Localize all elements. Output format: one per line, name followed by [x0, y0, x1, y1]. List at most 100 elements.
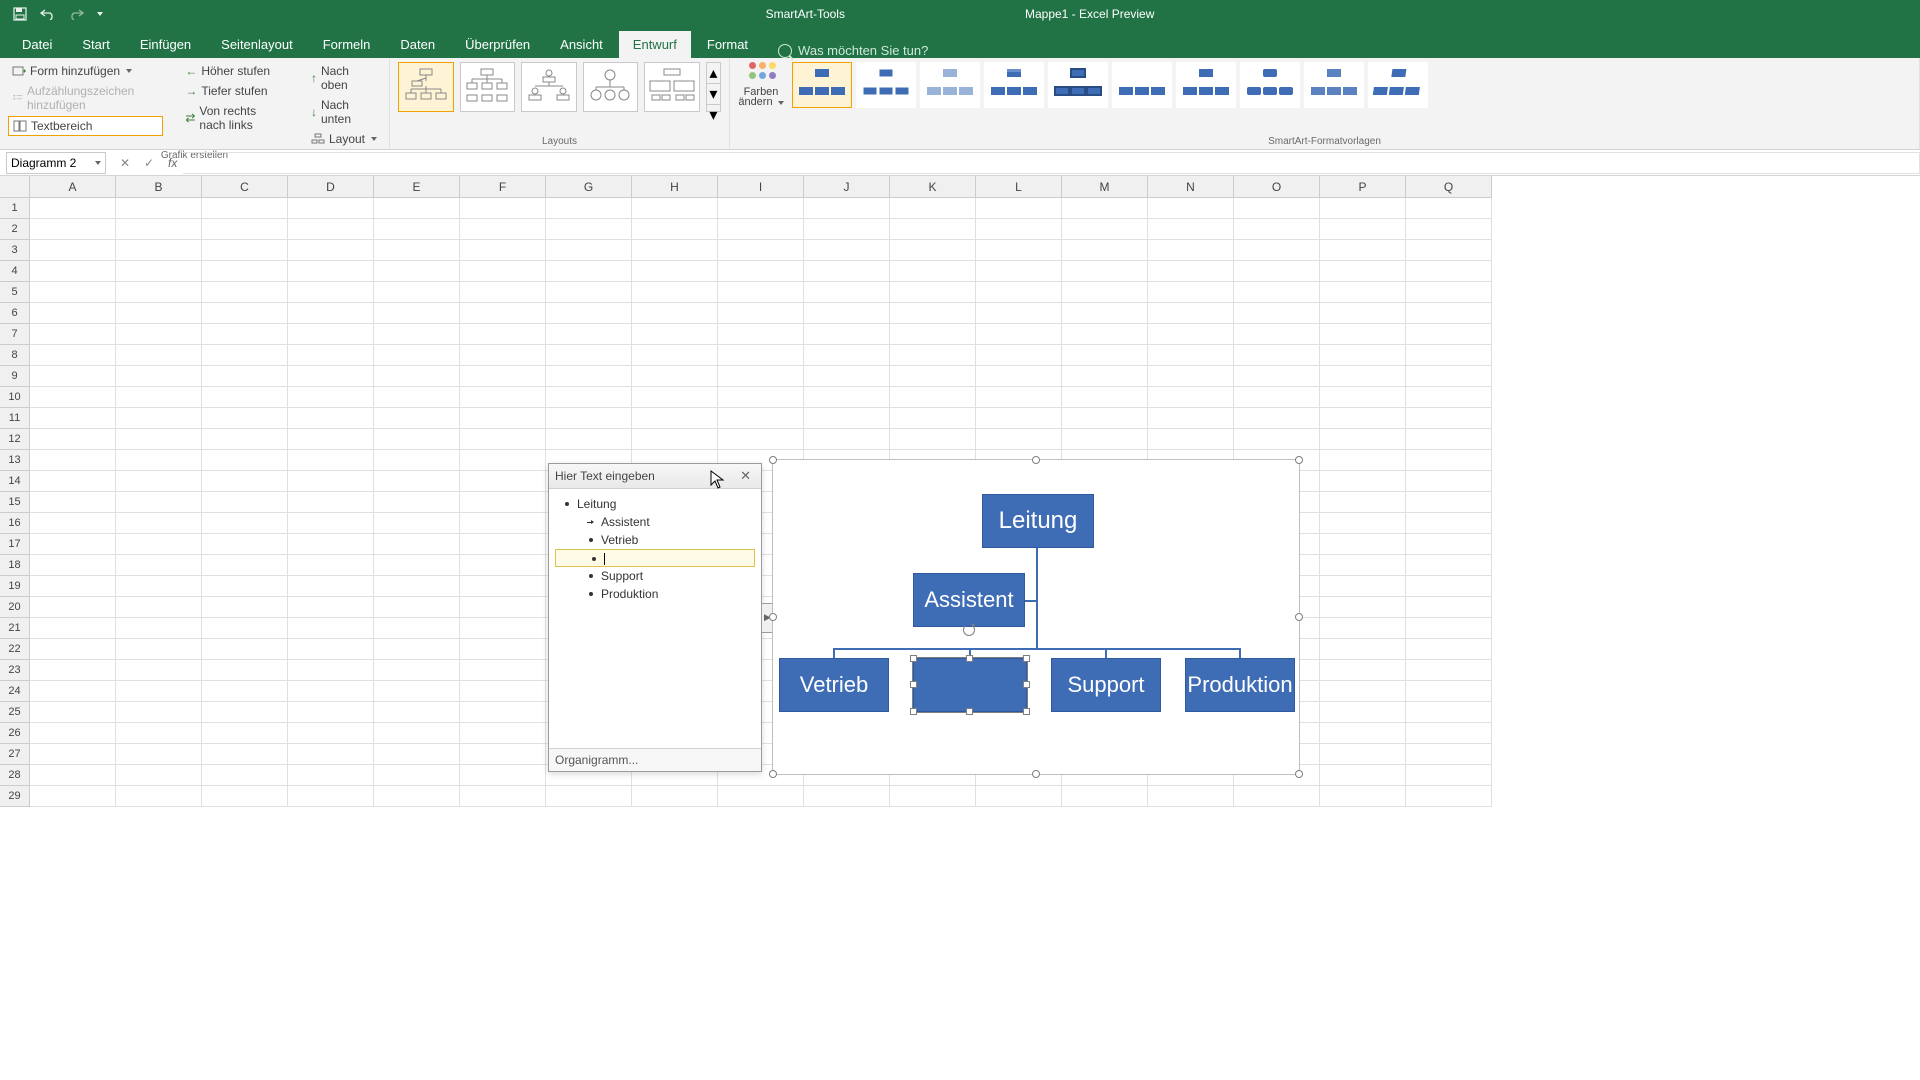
move-up-button[interactable]: ↑ Nach oben — [307, 62, 381, 94]
cell[interactable] — [1406, 786, 1492, 807]
undo-icon[interactable] — [38, 4, 58, 24]
cell[interactable] — [30, 345, 116, 366]
cell[interactable] — [116, 240, 202, 261]
cell[interactable] — [460, 576, 546, 597]
cell[interactable] — [546, 240, 632, 261]
column-header[interactable]: O — [1234, 176, 1320, 198]
layout-thumb-1[interactable] — [398, 62, 454, 112]
cell[interactable] — [1148, 240, 1234, 261]
cell[interactable] — [30, 282, 116, 303]
cell[interactable] — [632, 345, 718, 366]
cell[interactable] — [374, 765, 460, 786]
cell[interactable] — [202, 429, 288, 450]
tab-ansicht[interactable]: Ansicht — [546, 31, 617, 58]
cell[interactable] — [460, 744, 546, 765]
cell[interactable] — [1406, 198, 1492, 219]
cell[interactable] — [1406, 744, 1492, 765]
cell[interactable] — [460, 345, 546, 366]
cell[interactable] — [1234, 786, 1320, 807]
cell[interactable] — [374, 555, 460, 576]
tab-entwurf[interactable]: Entwurf — [619, 31, 691, 58]
cell[interactable] — [460, 198, 546, 219]
cell[interactable] — [374, 387, 460, 408]
cell[interactable] — [632, 303, 718, 324]
cell[interactable] — [1062, 303, 1148, 324]
cell[interactable] — [202, 555, 288, 576]
cell[interactable] — [460, 240, 546, 261]
text-pane-item[interactable]: Vetrieb — [553, 531, 757, 549]
cell[interactable] — [374, 198, 460, 219]
cell[interactable] — [890, 366, 976, 387]
cell[interactable] — [1320, 660, 1406, 681]
cell[interactable] — [546, 408, 632, 429]
cell[interactable] — [804, 429, 890, 450]
cell[interactable] — [288, 597, 374, 618]
cell[interactable] — [976, 219, 1062, 240]
cell[interactable] — [460, 261, 546, 282]
cell[interactable] — [1234, 303, 1320, 324]
row-header[interactable]: 9 — [0, 366, 30, 387]
cell[interactable] — [460, 765, 546, 786]
row-header[interactable]: 12 — [0, 429, 30, 450]
cell[interactable] — [116, 429, 202, 450]
cell[interactable] — [116, 744, 202, 765]
cell[interactable] — [288, 765, 374, 786]
row-header[interactable]: 6 — [0, 303, 30, 324]
cell[interactable] — [288, 702, 374, 723]
move-down-button[interactable]: ↓ Nach unten — [307, 96, 381, 128]
cell[interactable] — [1406, 576, 1492, 597]
cell[interactable] — [1062, 786, 1148, 807]
gallery-expand-icon[interactable]: ▾ — [707, 105, 720, 125]
cell[interactable] — [288, 744, 374, 765]
layouts-gallery-scroll[interactable]: ▴ ▾ ▾ — [706, 62, 721, 112]
cell[interactable] — [718, 366, 804, 387]
style-thumb-4[interactable] — [984, 62, 1044, 108]
cell[interactable] — [30, 639, 116, 660]
cell[interactable] — [804, 261, 890, 282]
cell[interactable] — [374, 660, 460, 681]
cell[interactable] — [460, 471, 546, 492]
cell[interactable] — [116, 492, 202, 513]
cell[interactable] — [460, 723, 546, 744]
cell[interactable] — [116, 303, 202, 324]
cell[interactable] — [202, 471, 288, 492]
cell[interactable] — [202, 618, 288, 639]
cell[interactable] — [202, 765, 288, 786]
cell[interactable] — [202, 576, 288, 597]
cell[interactable] — [30, 219, 116, 240]
cell[interactable] — [460, 681, 546, 702]
cell[interactable] — [202, 219, 288, 240]
cell[interactable] — [288, 555, 374, 576]
cell[interactable] — [1320, 429, 1406, 450]
tab-format[interactable]: Format — [693, 31, 762, 58]
row-header[interactable]: 13 — [0, 450, 30, 471]
cell[interactable] — [976, 345, 1062, 366]
cell[interactable] — [116, 765, 202, 786]
cell[interactable] — [1320, 219, 1406, 240]
cell[interactable] — [546, 282, 632, 303]
cell[interactable] — [1148, 282, 1234, 303]
resize-handle[interactable] — [1032, 456, 1040, 464]
row-header[interactable]: 7 — [0, 324, 30, 345]
cell[interactable] — [288, 639, 374, 660]
cell[interactable] — [288, 723, 374, 744]
cell[interactable] — [116, 702, 202, 723]
cell[interactable] — [288, 576, 374, 597]
cell[interactable] — [460, 303, 546, 324]
cell[interactable] — [804, 366, 890, 387]
cell[interactable] — [202, 597, 288, 618]
org-node-assistant[interactable]: Assistent — [913, 573, 1025, 627]
cell[interactable] — [374, 219, 460, 240]
layout-thumb-3[interactable] — [521, 62, 577, 112]
cell[interactable] — [1320, 492, 1406, 513]
cell[interactable] — [1148, 324, 1234, 345]
cell[interactable] — [546, 219, 632, 240]
cell[interactable] — [1320, 597, 1406, 618]
fx-icon[interactable]: fx — [168, 156, 177, 170]
cell[interactable] — [976, 198, 1062, 219]
cell[interactable] — [1406, 534, 1492, 555]
cell[interactable] — [30, 450, 116, 471]
org-node-child-2[interactable] — [913, 658, 1027, 712]
cell[interactable] — [1406, 450, 1492, 471]
cell[interactable] — [288, 261, 374, 282]
